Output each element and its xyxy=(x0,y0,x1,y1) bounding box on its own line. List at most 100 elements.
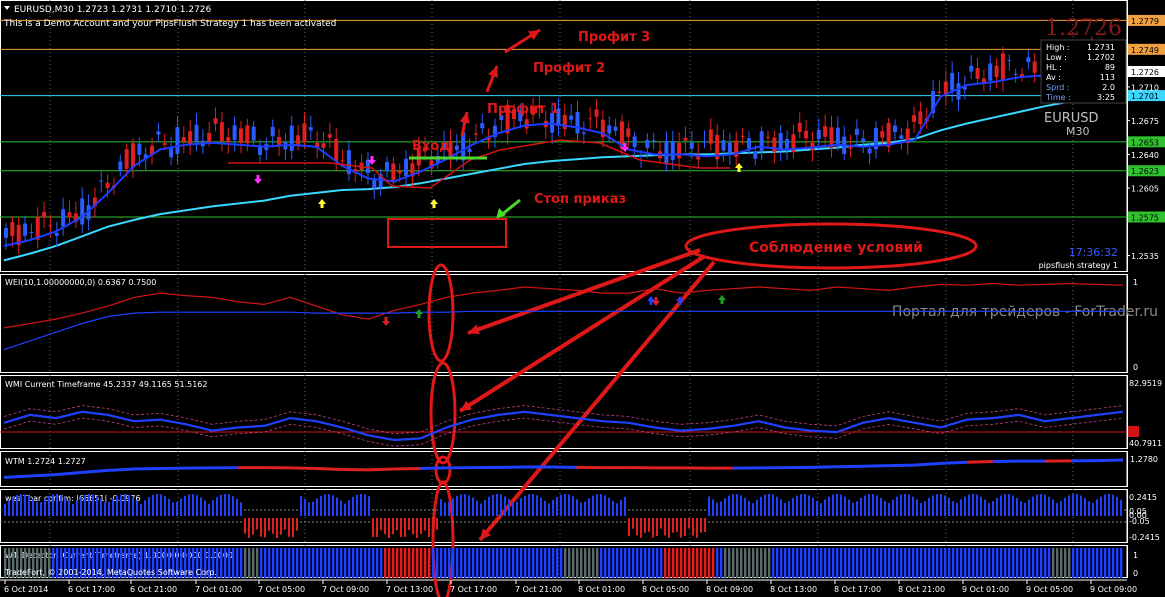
profit1-label: Профит 1 xyxy=(487,102,559,117)
tbar-pos-263 xyxy=(1056,503,1058,516)
tbar-pos-23 xyxy=(96,496,98,516)
wmi-title: WMI Current Timeframe 45.2337 49.1165 51… xyxy=(5,380,207,389)
detector-bar-71 xyxy=(288,548,291,578)
tbar-pos-216 xyxy=(868,494,870,516)
candle-body-43 xyxy=(277,136,282,145)
detector-bar-60 xyxy=(244,548,247,578)
tbar-pos-82 xyxy=(332,495,334,516)
detector-bar-110 xyxy=(444,548,447,578)
tbar-pos-250 xyxy=(1004,494,1006,516)
tbar-neg-71 xyxy=(288,518,290,537)
wtm-seg-3 xyxy=(81,468,109,474)
tbar-pos-80 xyxy=(324,494,326,516)
info-value-1: 1.2702 xyxy=(1087,53,1115,62)
detector-bar-264 xyxy=(1060,548,1063,578)
tbar-pos-179 xyxy=(720,501,722,516)
tbar-pos-268 xyxy=(1076,494,1078,516)
detector-bar-147 xyxy=(592,548,595,578)
tbar-pos-42 xyxy=(172,502,174,516)
tbar-pos-128 xyxy=(516,501,518,516)
detector-bar-242 xyxy=(972,548,975,578)
detector-bar-69 xyxy=(280,548,283,578)
candle-body-6 xyxy=(42,212,47,218)
tbar-pos-51 xyxy=(208,503,210,516)
tbar-pos-236 xyxy=(948,497,950,516)
tbar-pos-35 xyxy=(144,500,146,516)
tbar-pos-188 xyxy=(756,499,758,516)
wei-up-arrow-1 xyxy=(415,309,423,318)
chart-canvas[interactable]: 1.2779 1.2749 1.2701 1.2653 1.2623 1.2575 1.27… xyxy=(0,0,1165,597)
tbar-pos-37 xyxy=(152,494,154,516)
detector-bar-237 xyxy=(952,548,955,578)
tbar-neg-105 xyxy=(424,518,426,531)
candle-body-28 xyxy=(181,137,186,142)
detector-bar-225 xyxy=(904,548,907,578)
tbar-pos-14 xyxy=(60,495,62,516)
tbar-tick-0: 0.2415 xyxy=(1129,493,1157,502)
tbar-pos-276 xyxy=(1108,494,1110,516)
candle-body-36 xyxy=(232,125,237,140)
tbar-pos-135 xyxy=(544,500,546,516)
candle-body-50 xyxy=(321,143,326,148)
candle-body-10 xyxy=(67,212,72,218)
tbar-pos-111 xyxy=(448,501,450,516)
tbar-pos-54 xyxy=(220,494,222,516)
tbar-neg-156 xyxy=(628,518,630,537)
wmi-marker xyxy=(1128,426,1139,437)
tbar-neg-96 xyxy=(388,518,390,538)
detector-bar-202 xyxy=(812,548,815,578)
tbar-pos-10 xyxy=(44,498,46,516)
tbar-pos-122 xyxy=(492,494,494,516)
detector-bar-254 xyxy=(1020,548,1023,578)
detector-bar-122 xyxy=(492,548,495,578)
tbar-pos-227 xyxy=(912,496,914,516)
tbar-neg-97 xyxy=(392,518,394,535)
tbar-neg-93 xyxy=(376,518,378,538)
tbar-pos-139 xyxy=(560,494,562,516)
detector-bar-148 xyxy=(596,548,599,578)
tbar-pos-4 xyxy=(20,494,22,516)
dropdown-icon[interactable] xyxy=(4,6,10,10)
candle-body-158 xyxy=(1007,60,1012,62)
candle-body-71 xyxy=(454,145,459,151)
detector-bar-59 xyxy=(240,548,243,578)
candle-body-162 xyxy=(1032,61,1037,73)
candle-body-90 xyxy=(575,112,580,134)
detector-bar-94 xyxy=(380,548,383,578)
detector-bar-238 xyxy=(956,548,959,578)
y-tick-label-4: 1.2605 xyxy=(1131,185,1159,194)
detector-bar-277 xyxy=(1112,548,1115,578)
tbar-neg-107 xyxy=(432,518,434,537)
detector-bar-222 xyxy=(892,548,895,578)
candle-body-157 xyxy=(1000,53,1005,81)
tbar-pos-52 xyxy=(212,500,214,516)
tbar-pos-44 xyxy=(180,498,182,516)
candle-body-60 xyxy=(385,162,389,172)
detector-bar-64 xyxy=(260,548,263,578)
tbar-pos-262 xyxy=(1052,499,1054,516)
detector-bar-215 xyxy=(864,548,867,578)
tbar-pos-27 xyxy=(112,498,114,516)
detector-bar-141 xyxy=(568,548,571,578)
tbar-pos-113 xyxy=(456,495,458,516)
tbar-pos-238 xyxy=(956,503,958,516)
tbar-pos-214 xyxy=(860,498,862,516)
tbar-pos-83 xyxy=(336,497,338,516)
tbar-pos-249 xyxy=(1000,495,1002,516)
detector-bar-153 xyxy=(616,548,619,578)
tbar-pos-114 xyxy=(460,494,462,516)
detector-bar-66 xyxy=(268,548,271,578)
tbar-pos-1 xyxy=(8,500,10,516)
tbar-pos-192 xyxy=(772,494,774,516)
detector-bar-72 xyxy=(292,548,295,578)
detector-bar-249 xyxy=(1000,548,1003,578)
detector-bar-119 xyxy=(480,548,483,578)
detector-bar-212 xyxy=(852,548,855,578)
detector-bar-265 xyxy=(1064,548,1067,578)
detector-bar-240 xyxy=(964,548,967,578)
tbar-pos-155 xyxy=(624,496,626,516)
tbar-neg-61 xyxy=(248,518,250,538)
detector-bar-196 xyxy=(788,548,791,578)
detector-bar-175 xyxy=(704,548,707,578)
candle-body-121 xyxy=(772,137,777,152)
